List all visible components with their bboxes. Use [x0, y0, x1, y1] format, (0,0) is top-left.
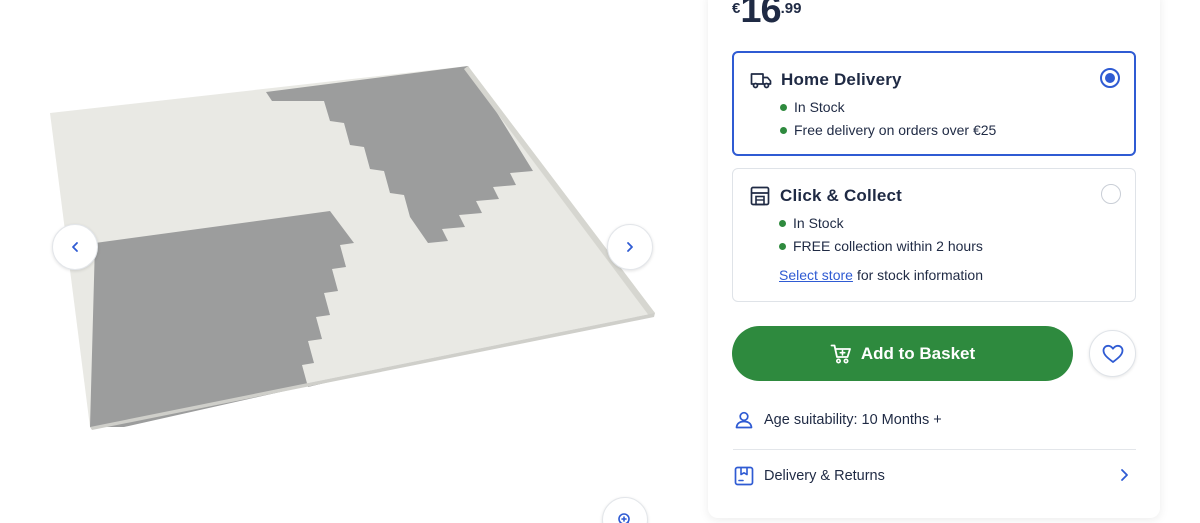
click-collect-header: Click & Collect	[749, 185, 902, 207]
chevron-right-icon	[627, 242, 633, 252]
heart-icon	[1102, 344, 1123, 363]
click-collect-note-text: FREE collection within 2 hours	[793, 238, 983, 254]
person-icon	[733, 409, 755, 431]
price-decimal: .99	[780, 0, 802, 17]
delivery-returns-text: Delivery & Returns	[764, 468, 885, 484]
gallery-next-button[interactable]	[607, 224, 653, 270]
product-gallery	[0, 0, 700, 523]
gallery-prev-button[interactable]	[52, 224, 98, 270]
home-delivery-note-text: Free delivery on orders over €25	[794, 122, 997, 138]
truck-icon	[750, 69, 772, 91]
stock-dot	[780, 103, 787, 111]
store-icon	[749, 185, 771, 207]
select-store-line: Select store for stock information	[779, 267, 983, 283]
product-image	[50, 66, 655, 430]
home-delivery-option[interactable]: Home Delivery In Stock Free delivery on …	[732, 51, 1136, 156]
home-delivery-note: Free delivery on orders over €25	[780, 122, 996, 138]
select-store-link[interactable]: Select store	[779, 267, 853, 283]
age-suitability-row: Age suitability: 10 Months +	[733, 409, 942, 431]
home-delivery-header: Home Delivery	[750, 69, 902, 91]
chevron-left-icon	[72, 242, 78, 252]
zoom-icon	[618, 513, 630, 523]
stock-dot	[779, 219, 786, 227]
click-collect-stock: In Stock	[779, 215, 844, 231]
home-delivery-stock: In Stock	[780, 99, 845, 115]
age-suitability-text: Age suitability: 10 Months +	[764, 412, 942, 428]
price-integer: 16	[740, 0, 781, 31]
price-currency: €	[732, 0, 741, 17]
note-dot	[779, 242, 786, 250]
add-to-basket-button[interactable]: Add to Basket	[732, 326, 1073, 381]
cart-icon	[830, 343, 852, 365]
select-store-suffix: for stock information	[856, 267, 983, 283]
add-to-basket-label: Add to Basket	[860, 343, 976, 363]
note-dot	[780, 126, 787, 134]
delivery-returns-row[interactable]: Delivery & Returns	[733, 465, 1136, 487]
click-collect-title: Click & Collect	[780, 186, 903, 205]
home-delivery-radio[interactable]	[1100, 68, 1120, 88]
zoom-button[interactable]	[602, 497, 648, 523]
click-collect-option[interactable]: Click & Collect In Stock FREE collection…	[732, 168, 1136, 302]
home-delivery-title: Home Delivery	[781, 70, 902, 89]
divider	[733, 449, 1136, 450]
wishlist-button[interactable]	[1089, 330, 1136, 377]
box-icon	[733, 465, 755, 487]
chevron-right-icon	[1118, 468, 1130, 486]
click-collect-note: FREE collection within 2 hours	[779, 238, 983, 254]
click-collect-stock-text: In Stock	[793, 215, 844, 231]
price: € 16 .99	[732, 0, 801, 32]
home-delivery-stock-text: In Stock	[794, 99, 845, 115]
click-collect-radio[interactable]	[1101, 184, 1121, 204]
